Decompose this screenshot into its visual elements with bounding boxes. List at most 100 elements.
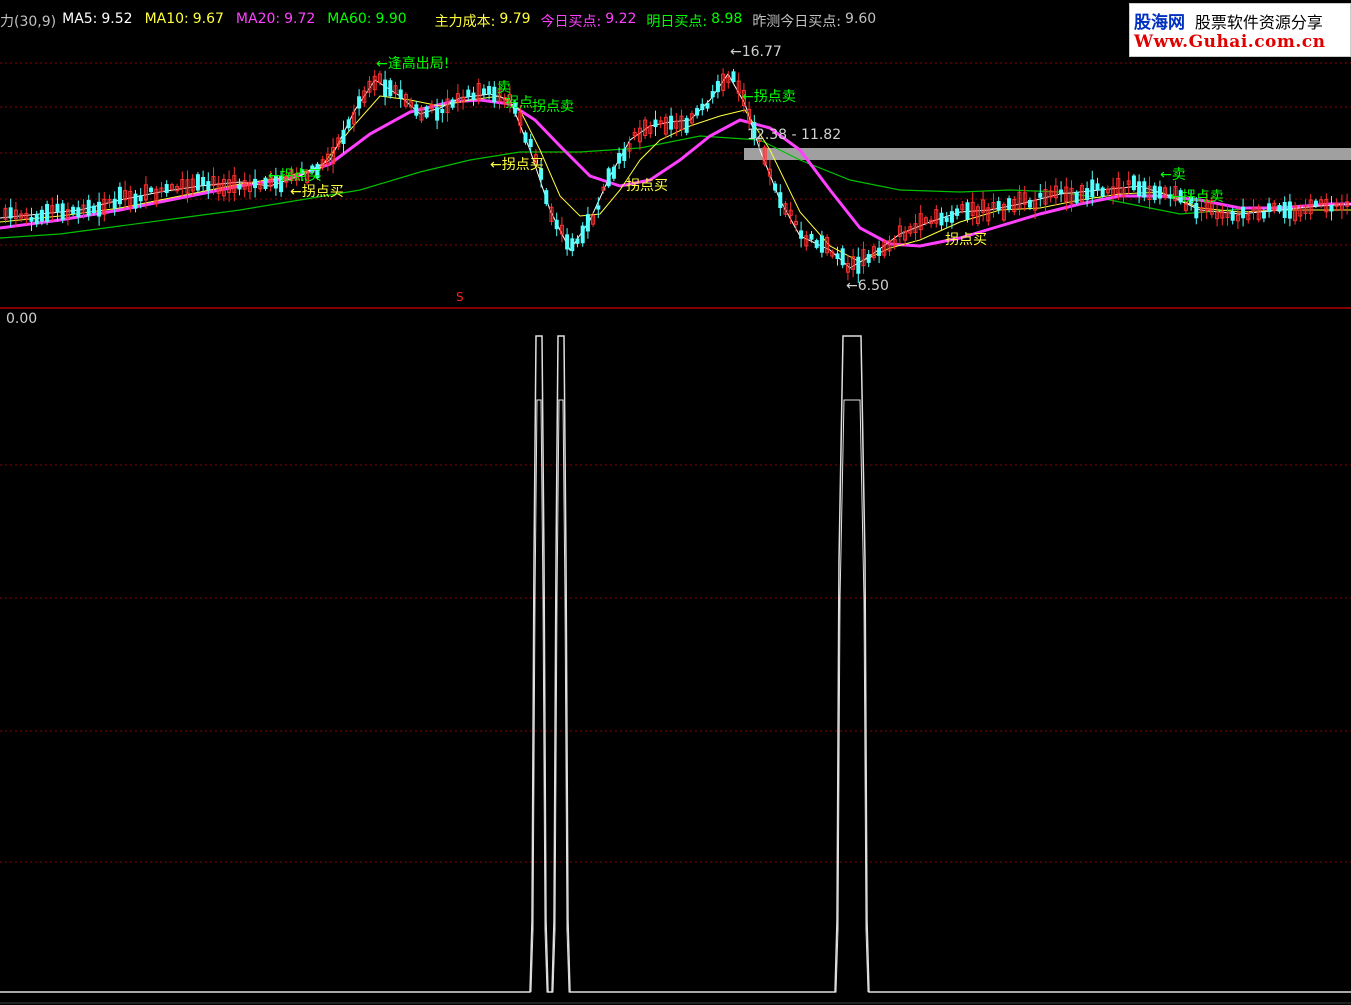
indicator-header: 力(30,9) MA5: 9.52 MA10: 9.67 MA20: 9.72 … <box>0 11 876 31</box>
candle-body <box>195 174 200 191</box>
candle-body <box>383 79 388 97</box>
site-watermark: 股海网 股票软件资源分享 Www.Guhai.com.cn <box>1129 3 1351 57</box>
candle-body <box>253 178 258 189</box>
ma10-value: 9.67 <box>192 11 224 27</box>
candle-body <box>112 198 117 209</box>
chart-canvas[interactable] <box>0 0 1351 1005</box>
candle-body <box>575 238 580 244</box>
candle-body <box>8 207 13 219</box>
annotation-price-high: ←16.77 <box>730 44 782 60</box>
candle-body <box>471 92 476 101</box>
candle-body <box>596 205 601 210</box>
candle-body <box>710 91 715 98</box>
candle-body <box>606 168 611 187</box>
candle-body <box>263 177 268 190</box>
candle-body <box>34 213 39 225</box>
candle-body <box>585 214 590 232</box>
candle-body <box>481 88 486 95</box>
lower-panel-value: 0.00 <box>6 311 38 327</box>
candle-body <box>1095 183 1100 191</box>
candle-body <box>1152 185 1157 201</box>
candle-body <box>1230 211 1235 221</box>
candle-body <box>955 208 960 216</box>
ma60-label: MA60: <box>327 11 372 27</box>
candle-body <box>55 203 60 213</box>
candle-body <box>819 235 824 253</box>
ma10-label: MA10: <box>144 11 189 27</box>
candle-body <box>97 201 102 217</box>
annotation-turn-sell-peak: ←拐点卖 <box>742 89 796 105</box>
annotation-turn-buy-green: ←拐点买 <box>268 168 322 184</box>
candle-body <box>466 89 471 98</box>
candle-body <box>565 234 570 250</box>
candle-body <box>1085 188 1090 201</box>
candle-body <box>117 186 122 205</box>
candle-body <box>1241 206 1246 219</box>
candle-body <box>611 166 616 179</box>
indicator-name: 力(30,9) <box>0 14 57 30</box>
candle-body <box>86 199 91 216</box>
candle-body <box>138 195 143 202</box>
cost-value: 9.79 <box>499 11 531 27</box>
candle-body <box>357 96 362 109</box>
candle-body <box>554 219 559 230</box>
candle-body <box>39 209 44 222</box>
candle-body <box>237 184 242 190</box>
candle-body <box>71 206 76 214</box>
annotation-high-exit: ←逢高出局! <box>376 56 450 72</box>
candle-body <box>705 103 710 109</box>
candle-body <box>684 117 689 133</box>
today-buy-label: 今日买点: <box>540 14 602 30</box>
candle-body <box>965 202 970 220</box>
candle-body <box>201 177 206 186</box>
ma5-value: 9.52 <box>101 11 133 27</box>
candle-body <box>835 253 840 259</box>
candle-body <box>695 108 700 116</box>
watermark-line1: 股海网 股票软件资源分享 <box>1134 8 1323 33</box>
annotation-turn-sell-small: 拐点 <box>505 95 533 111</box>
candle-body <box>450 99 455 108</box>
candle-body <box>1277 205 1282 212</box>
annotation-s-marker: S <box>456 290 464 304</box>
candle-body <box>1157 186 1162 199</box>
candle-body <box>809 233 814 240</box>
candle-body <box>487 86 492 95</box>
yesterday-label: 昨测今日买点: <box>752 14 842 30</box>
candle-body <box>939 212 944 226</box>
candle-body <box>1267 203 1272 213</box>
candle-body <box>570 238 575 252</box>
annotation-turn-buy-valley: 拐点买 <box>626 178 668 194</box>
candle-body <box>1100 187 1105 197</box>
candle-body <box>773 183 778 191</box>
today-buy-value: 9.22 <box>605 11 637 27</box>
ma20-label: MA20: <box>235 11 281 27</box>
watermark-slogan: 股票软件资源分享 <box>1194 13 1323 32</box>
candle-body <box>778 192 783 208</box>
candle-body <box>414 104 419 116</box>
candlestick-series <box>3 68 1350 284</box>
cost-range-bar <box>744 148 1351 160</box>
candle-body <box>1007 198 1012 210</box>
candle-body <box>1329 204 1334 212</box>
candle-body <box>435 107 440 121</box>
candle-body <box>76 207 81 218</box>
annotation-turn-sell-right: ←拐点卖 <box>1170 189 1224 205</box>
candle-body <box>544 190 549 204</box>
candle-body <box>440 108 445 114</box>
annotation-turn-buy-mid: ←拐点买 <box>490 157 544 173</box>
candle-body <box>523 132 528 143</box>
candle-body <box>1282 201 1287 218</box>
candle-body <box>580 225 585 244</box>
annotation-sell-right: ←卖 <box>1160 167 1186 183</box>
candle-body <box>1137 181 1142 197</box>
candle-body <box>388 80 393 97</box>
candle-body <box>133 193 138 209</box>
candle-body <box>866 254 871 263</box>
candle-body <box>731 71 736 83</box>
candle-body <box>1059 189 1064 194</box>
annotation-turn-buy-right: 拐点买 <box>945 232 987 248</box>
candle-body <box>164 184 169 194</box>
candle-body <box>856 256 861 274</box>
candle-body <box>653 119 658 128</box>
candle-body <box>1313 200 1318 207</box>
